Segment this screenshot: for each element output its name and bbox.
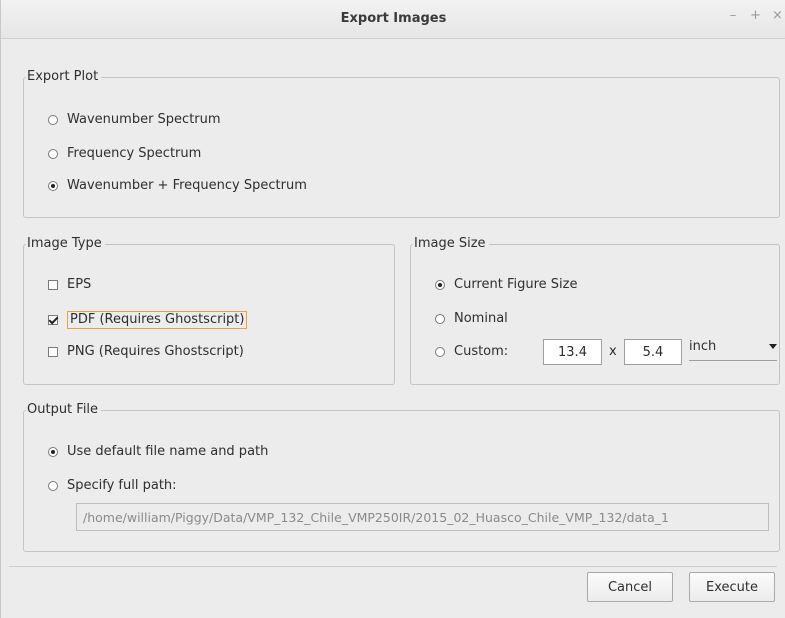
radio-default-path[interactable]: Use default file name and path (48, 444, 268, 460)
radio-custom[interactable]: Custom: (435, 344, 508, 360)
export-images-dialog: Export Images – + × Export Plot Wavenumb… (0, 0, 785, 618)
checkbox-eps[interactable]: EPS (48, 277, 91, 293)
option-label: PDF (Requires Ghostscript) (67, 311, 248, 329)
output-file-group: Output File Use default file name and pa… (23, 402, 780, 552)
radio-frequency-spectrum[interactable]: Frequency Spectrum (48, 146, 201, 162)
window-controls: – + × (728, 8, 783, 23)
window-title: Export Images (340, 11, 447, 26)
radio-button[interactable] (48, 481, 58, 491)
radio-nominal[interactable]: Nominal (435, 311, 508, 327)
image-size-legend: Image Size (413, 236, 489, 252)
option-label: Frequency Spectrum (67, 146, 202, 161)
footer-divider (9, 566, 777, 567)
full-path-field[interactable] (76, 503, 769, 531)
option-label: PNG (Requires Ghostscript) (67, 344, 244, 359)
export-plot-group: Export Plot Wavenumber Spectrum Frequenc… (23, 69, 780, 218)
custom-height-field[interactable] (624, 339, 682, 365)
image-type-group: Image Type EPS PDF (Requires Ghostscript… (23, 236, 395, 385)
custom-width-field[interactable] (543, 339, 602, 365)
unit-select-value: inch (689, 339, 717, 354)
title-bar[interactable]: Export Images – + × (1, 0, 785, 39)
option-label: Specify full path: (67, 478, 177, 493)
export-plot-legend: Export Plot (26, 69, 102, 85)
radio-current-figure-size[interactable]: Current Figure Size (435, 277, 577, 293)
chevron-down-icon[interactable] (769, 344, 777, 349)
radio-wavenumber-spectrum[interactable]: Wavenumber Spectrum (48, 112, 221, 128)
radio-button[interactable] (48, 447, 58, 457)
option-label: Nominal (454, 311, 508, 326)
radio-button[interactable] (48, 149, 58, 159)
times-separator: x (609, 344, 617, 359)
radio-button[interactable] (435, 280, 445, 290)
option-label: Current Figure Size (454, 277, 578, 292)
radio-button[interactable] (435, 314, 445, 324)
radio-button[interactable] (48, 115, 58, 125)
checkbox-pdf[interactable]: PDF (Requires Ghostscript) (48, 311, 248, 329)
maximize-icon[interactable]: + (750, 8, 761, 23)
image-type-legend: Image Type (26, 236, 105, 252)
option-label: Wavenumber Spectrum (67, 112, 221, 127)
unit-select[interactable]: inch (689, 339, 777, 361)
close-icon[interactable]: × (772, 8, 783, 23)
radio-full-path[interactable]: Specify full path: (48, 478, 177, 494)
checkbox[interactable] (48, 280, 58, 290)
option-label: EPS (67, 277, 92, 292)
cancel-button[interactable]: Cancel (587, 572, 673, 602)
checkbox[interactable] (48, 347, 58, 357)
option-label: Custom: (454, 344, 509, 359)
option-label: Wavenumber + Frequency Spectrum (67, 178, 307, 193)
output-file-legend: Output File (26, 402, 102, 418)
checkbox[interactable] (48, 315, 58, 325)
execute-button[interactable]: Execute (689, 572, 775, 602)
checkbox-png[interactable]: PNG (Requires Ghostscript) (48, 344, 244, 360)
radio-button[interactable] (435, 347, 445, 357)
minimize-icon[interactable]: – (728, 8, 738, 23)
option-label: Use default file name and path (67, 444, 269, 459)
radio-button[interactable] (48, 181, 58, 191)
image-size-group: Image Size Current Figure Size Nominal C… (410, 236, 780, 385)
radio-wavenumber-frequency-spectrum[interactable]: Wavenumber + Frequency Spectrum (48, 178, 307, 194)
